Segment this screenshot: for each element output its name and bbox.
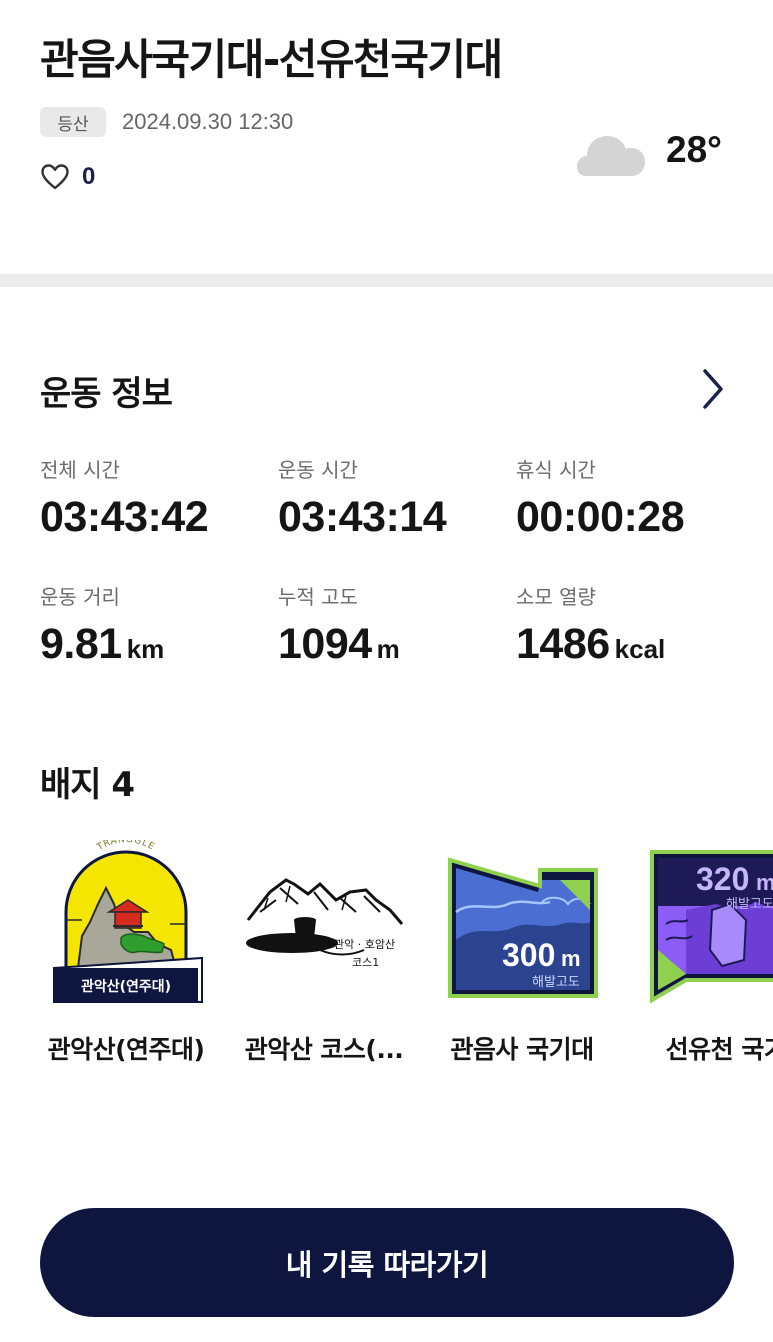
stat-calories: 소모 열량 1486 kcal	[516, 581, 746, 669]
badge-elevation-value: 300	[502, 937, 555, 973]
follow-my-record-button[interactable]: 내 기록 따라가기	[40, 1208, 734, 1317]
stat-value: 03:43:42	[40, 493, 209, 541]
stat-value: 1094	[278, 620, 372, 668]
badge-item[interactable]: 320 m 해발고도 선유천 국기	[626, 840, 773, 1070]
badge-carousel[interactable]: TRANGGLE 관악산(연주대) 관악산(연주대) 관악 · 호암산 코스1 …	[0, 840, 773, 1080]
badge-item[interactable]: TRANGGLE 관악산(연주대) 관악산(연주대)	[26, 840, 226, 1070]
badges-title: 배지 4	[40, 765, 135, 805]
stat-unit: kcal	[614, 634, 666, 664]
stat-unit: km	[126, 634, 165, 664]
badge-gwanaksan-yeonju-icon: TRANGGLE 관악산(연주대)	[26, 840, 226, 1010]
badge-label: 선유천 국기	[665, 1035, 773, 1064]
badge-gwaneumsa-flag-icon: 300 m 해발고도	[422, 840, 622, 1010]
stat-exercise-time: 운동 시간 03:43:14	[278, 454, 508, 542]
like-button[interactable]: 0	[40, 163, 95, 191]
badge-gwanak-course-icon: 관악 · 호암산 코스1	[224, 840, 424, 1010]
heart-icon	[40, 163, 70, 191]
badge-label: 관악산(연주대)	[47, 1035, 205, 1064]
stat-value: 9.81	[40, 620, 122, 668]
badge-elevation-unit: m	[561, 946, 581, 971]
badge-elevation-sub: 해발고도	[532, 975, 580, 990]
stat-label: 전체 시간	[40, 458, 120, 482]
activity-tag: 등산	[40, 107, 106, 137]
badge-banner-text: 관악산(연주대)	[81, 978, 171, 995]
stat-total-time: 전체 시간 03:43:42	[40, 454, 270, 542]
stat-label: 소모 열량	[516, 585, 596, 609]
badge-elevation-value: 320	[696, 861, 749, 897]
badge-elevation-unit: m	[756, 870, 773, 895]
stat-value: 1486	[516, 620, 610, 668]
stat-rest-time: 휴식 시간 00:00:28	[516, 454, 746, 542]
chevron-right-icon[interactable]	[696, 366, 730, 412]
stat-value: 00:00:28	[516, 493, 685, 541]
section-divider	[0, 274, 773, 287]
badge-label: 관악산 코스(...	[244, 1035, 404, 1064]
badge-caption: 관악 · 호암산	[334, 938, 395, 951]
activity-datetime: 2024.09.30 12:30	[122, 109, 294, 134]
like-count: 0	[82, 163, 96, 190]
page-title: 관음사국기대-선유천국기대	[40, 35, 503, 84]
stat-unit: m	[376, 634, 400, 664]
temperature: 28°	[666, 129, 722, 170]
stat-distance: 운동 거리 9.81 km	[40, 581, 270, 669]
badge-elevation-sub: 해발고도	[726, 897, 773, 912]
exercise-info-title: 운동 정보	[40, 374, 173, 414]
badge-item[interactable]: 300 m 해발고도 관음사 국기대	[422, 840, 622, 1070]
badge-caption-2: 코스1	[352, 956, 379, 969]
stat-label: 휴식 시간	[516, 458, 596, 482]
badge-seonyucheon-flag-icon: 320 m 해발고도	[626, 840, 773, 1010]
stat-label: 운동 시간	[278, 458, 358, 482]
stat-elevation: 누적 고도 1094 m	[278, 581, 508, 669]
stat-label: 운동 거리	[40, 585, 120, 609]
badge-item[interactable]: 관악 · 호암산 코스1 관악산 코스(...	[224, 840, 424, 1070]
badge-label: 관음사 국기대	[450, 1035, 594, 1064]
stat-label: 누적 고도	[278, 585, 358, 609]
weather-widget: 28°	[576, 124, 736, 180]
stat-value: 03:43:14	[278, 493, 447, 541]
